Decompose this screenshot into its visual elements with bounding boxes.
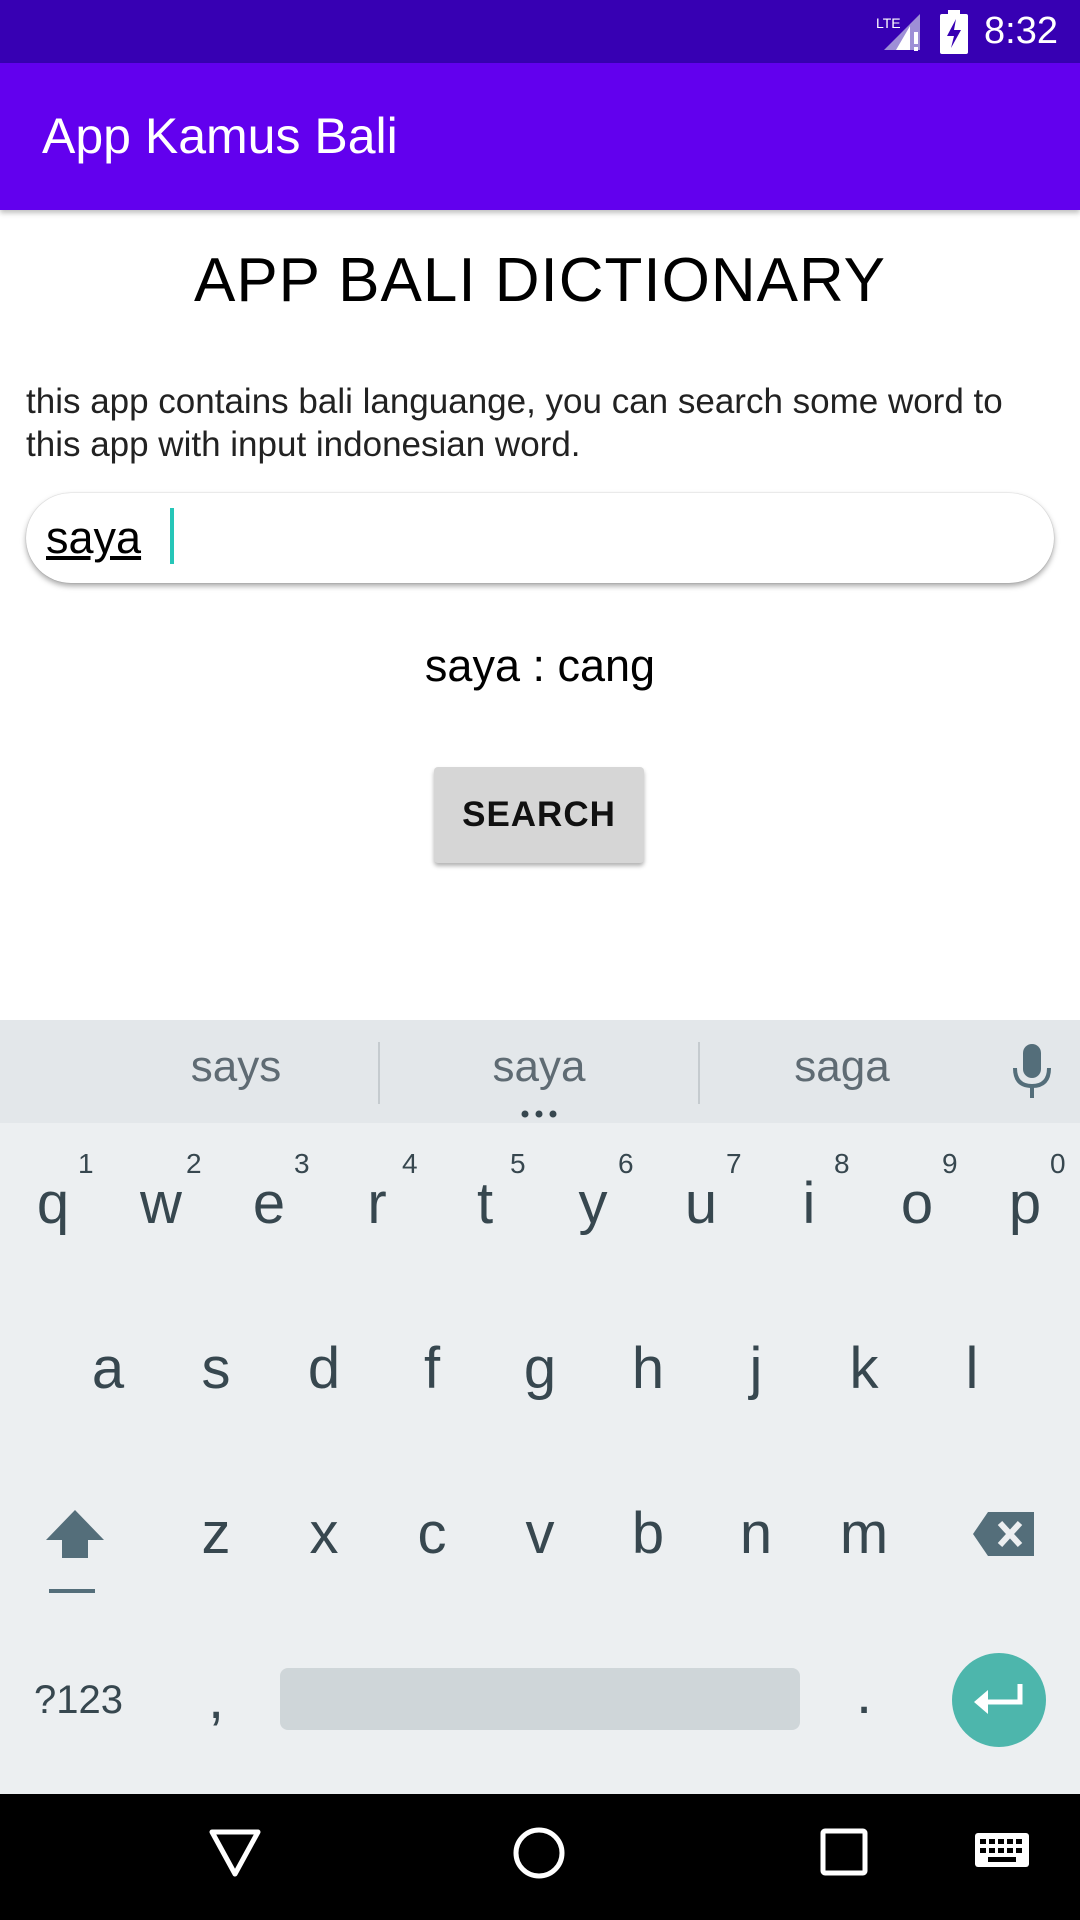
key-hint-2: 2 (186, 1148, 202, 1179)
key-x[interactable]: x (276, 1500, 372, 1567)
key-c[interactable]: c (384, 1500, 480, 1567)
keyboard-switch-icon[interactable] (974, 1832, 1030, 1872)
period-key[interactable]: . (816, 1660, 912, 1727)
key-w[interactable]: w (113, 1170, 209, 1237)
key-u[interactable]: u (653, 1170, 749, 1237)
space-bar[interactable] (280, 1668, 800, 1730)
comma-key[interactable]: , (168, 1665, 264, 1732)
suggestion-divider (698, 1042, 700, 1104)
suggestion-2[interactable]: saya (409, 1042, 669, 1092)
key-a[interactable]: a (60, 1335, 156, 1402)
key-k[interactable]: k (816, 1335, 912, 1402)
key-s[interactable]: s (168, 1335, 264, 1402)
back-icon[interactable] (208, 1828, 262, 1878)
key-h[interactable]: h (600, 1335, 696, 1402)
key-f[interactable]: f (384, 1335, 480, 1402)
key-b[interactable]: b (600, 1500, 696, 1567)
home-icon[interactable] (512, 1826, 566, 1880)
key-hint-1: 1 (78, 1148, 94, 1179)
lte-signal-icon: LTE (876, 14, 920, 51)
key-t[interactable]: t (437, 1170, 533, 1237)
suggestion-divider (378, 1042, 380, 1104)
key-hint-6: 6 (618, 1148, 634, 1179)
recents-icon[interactable] (820, 1828, 868, 1876)
translation-result: saya : cang (424, 640, 656, 691)
key-v[interactable]: v (492, 1500, 588, 1567)
status-bar: LTE 8:32 (0, 0, 1080, 63)
text-caret (170, 508, 174, 564)
microphone-icon[interactable] (1010, 1044, 1054, 1100)
suggestion-strip: says saya saga (0, 1020, 1080, 1123)
key-i[interactable]: i (761, 1170, 857, 1237)
key-z[interactable]: z (168, 1500, 264, 1567)
key-p[interactable]: p (977, 1170, 1073, 1237)
key-hint-9: 9 (942, 1148, 958, 1179)
battery-charging-icon (940, 10, 968, 54)
page-heading: APP BALI DICTIONARY (193, 246, 887, 315)
app-title: App Kamus Bali (42, 108, 398, 164)
search-button[interactable]: SEARCH (434, 767, 644, 863)
app-bar: App Kamus Bali (0, 63, 1080, 210)
enter-key[interactable] (952, 1653, 1046, 1747)
svg-text:LTE: LTE (876, 15, 901, 31)
key-o[interactable]: o (869, 1170, 965, 1237)
key-d[interactable]: d (276, 1335, 372, 1402)
search-input[interactable] (46, 507, 1026, 569)
suggestion-3[interactable]: saga (712, 1042, 972, 1092)
more-suggestions-icon[interactable] (520, 1110, 558, 1118)
key-j[interactable]: j (708, 1335, 804, 1402)
shift-icon[interactable] (44, 1508, 106, 1560)
key-hint-0: 0 (1050, 1148, 1066, 1179)
key-hint-8: 8 (834, 1148, 850, 1179)
symbols-key[interactable]: ?123 (34, 1678, 123, 1723)
key-hint-7: 7 (726, 1148, 742, 1179)
key-e[interactable]: e (221, 1170, 317, 1237)
backspace-icon[interactable] (972, 1510, 1036, 1558)
shift-underline (49, 1589, 95, 1593)
key-m[interactable]: m (816, 1500, 912, 1567)
key-r[interactable]: r (329, 1170, 425, 1237)
key-hint-3: 3 (294, 1148, 310, 1179)
status-time: 8:32 (984, 10, 1058, 52)
key-hint-5: 5 (510, 1148, 526, 1179)
key-y[interactable]: y (545, 1170, 641, 1237)
search-field-container[interactable] (26, 493, 1054, 583)
suggestion-1[interactable]: says (106, 1042, 366, 1092)
key-g[interactable]: g (492, 1335, 588, 1402)
app-description: this app contains bali languange, you ca… (26, 382, 1003, 464)
key-q[interactable]: q (5, 1170, 101, 1237)
key-n[interactable]: n (708, 1500, 804, 1567)
key-l[interactable]: l (924, 1335, 1020, 1402)
key-hint-4: 4 (402, 1148, 418, 1179)
enter-icon (974, 1684, 1023, 1714)
navigation-bar (0, 1794, 1080, 1920)
